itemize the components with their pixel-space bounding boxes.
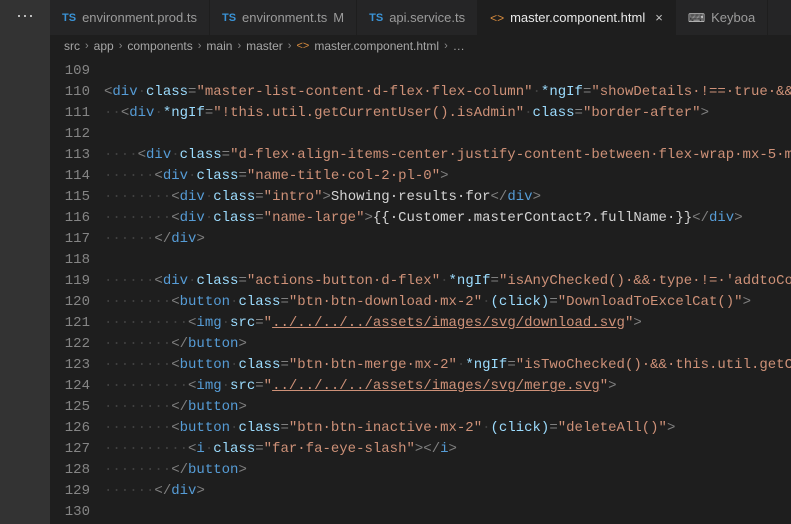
breadcrumb-segment[interactable]: master [246, 39, 283, 53]
code-line[interactable]: ········<div·class="name-large">{{·Custo… [104, 208, 791, 229]
code-area[interactable]: <div·class="master-list-content·d-flex·f… [104, 57, 791, 524]
tab-label: Keyboa [711, 10, 755, 25]
activity-bar: ⋯ [0, 0, 50, 524]
breadcrumb-segment[interactable]: main [206, 39, 232, 53]
code-line[interactable]: ········</button> [104, 334, 791, 355]
tab-environment[interactable]: TS environment.ts M [210, 0, 357, 35]
modified-indicator: M [333, 10, 344, 25]
line-number: 120 [50, 292, 90, 313]
line-number: 110 [50, 82, 90, 103]
line-number: 113 [50, 145, 90, 166]
breadcrumb-tail[interactable]: … [453, 39, 465, 53]
code-line[interactable] [104, 502, 791, 523]
line-number: 125 [50, 397, 90, 418]
breadcrumb-file[interactable]: master.component.html [314, 39, 439, 53]
breadcrumb[interactable]: src › app › components › main › master ›… [50, 35, 791, 57]
typescript-icon: TS [62, 12, 76, 24]
code-line[interactable] [104, 124, 791, 145]
line-number: 116 [50, 208, 90, 229]
tab-label: environment.ts [242, 10, 327, 25]
line-number: 117 [50, 229, 90, 250]
code-line[interactable]: ········<button·class="btn·btn-merge·mx-… [104, 355, 791, 376]
chevron-right-icon: › [85, 40, 89, 52]
line-number: 112 [50, 124, 90, 145]
code-line[interactable]: ··<div·*ngIf="!this.util.getCurrentUser(… [104, 103, 791, 124]
line-number: 124 [50, 376, 90, 397]
typescript-icon: TS [222, 12, 236, 24]
line-number: 115 [50, 187, 90, 208]
code-line[interactable]: ······<div·class="name-title·col-2·pl-0"… [104, 166, 791, 187]
line-number: 122 [50, 334, 90, 355]
close-icon[interactable]: × [655, 10, 663, 25]
line-number: 111 [50, 103, 90, 124]
chevron-right-icon: › [444, 40, 448, 52]
code-line[interactable]: ······</div> [104, 481, 791, 502]
code-line[interactable]: ······<div·class="actions-button·d-flex"… [104, 271, 791, 292]
line-number: 118 [50, 250, 90, 271]
tab-label: environment.prod.ts [82, 10, 197, 25]
code-line[interactable] [104, 61, 791, 82]
line-number: 121 [50, 313, 90, 334]
tab-environment-prod[interactable]: TS environment.prod.ts [50, 0, 210, 35]
code-line[interactable] [104, 250, 791, 271]
typescript-icon: TS [369, 12, 383, 24]
chevron-right-icon: › [288, 40, 292, 52]
breadcrumb-segment[interactable]: app [94, 39, 114, 53]
line-number: 109 [50, 61, 90, 82]
code-line[interactable]: ········<button·class="btn·btn-download·… [104, 292, 791, 313]
code-line[interactable]: ········<button·class="btn·btn-inactive·… [104, 418, 791, 439]
tab-label: api.service.ts [389, 10, 465, 25]
code-line[interactable]: ··········<img·src="../../../../assets/i… [104, 313, 791, 334]
chevron-right-icon: › [119, 40, 123, 52]
html-icon: <> [296, 40, 309, 52]
breadcrumb-segment[interactable]: src [64, 39, 80, 53]
tab-master-component[interactable]: <> master.component.html × [478, 0, 676, 35]
chevron-right-icon: › [237, 40, 241, 52]
code-line[interactable]: ··········<i·class="far·fa-eye-slash"></… [104, 439, 791, 460]
line-number: 130 [50, 502, 90, 523]
line-number: 126 [50, 418, 90, 439]
line-number: 128 [50, 460, 90, 481]
tab-keyboard[interactable]: ⌨ Keyboa [676, 0, 768, 35]
line-number-gutter: 1091101111121131141151161171181191201211… [50, 57, 104, 524]
tab-label: master.component.html [510, 10, 645, 25]
editor-root: ⋯ TS environment.prod.ts TS environment.… [0, 0, 791, 524]
line-number: 123 [50, 355, 90, 376]
tab-bar: TS environment.prod.ts TS environment.ts… [50, 0, 791, 35]
code-line[interactable]: ····<div·class="d-flex·align-items-cente… [104, 145, 791, 166]
code-editor[interactable]: 1091101111121131141151161171181191201211… [50, 57, 791, 524]
code-line[interactable]: ········</button> [104, 397, 791, 418]
tab-api-service[interactable]: TS api.service.ts [357, 0, 478, 35]
code-line[interactable]: ········</button> [104, 460, 791, 481]
editor-column: TS environment.prod.ts TS environment.ts… [50, 0, 791, 524]
more-actions-icon[interactable]: ⋯ [16, 6, 34, 27]
code-line[interactable]: ········<div·class="intro">Showing·resul… [104, 187, 791, 208]
line-number: 114 [50, 166, 90, 187]
line-number: 129 [50, 481, 90, 502]
code-line[interactable]: ······</div> [104, 229, 791, 250]
line-number: 127 [50, 439, 90, 460]
chevron-right-icon: › [198, 40, 202, 52]
keyboard-icon: ⌨ [688, 11, 705, 25]
line-number: 119 [50, 271, 90, 292]
code-line[interactable]: <div·class="master-list-content·d-flex·f… [104, 82, 791, 103]
html-icon: <> [490, 11, 504, 25]
code-line[interactable]: ··········<img·src="../../../../assets/i… [104, 376, 791, 397]
breadcrumb-segment[interactable]: components [127, 39, 192, 53]
